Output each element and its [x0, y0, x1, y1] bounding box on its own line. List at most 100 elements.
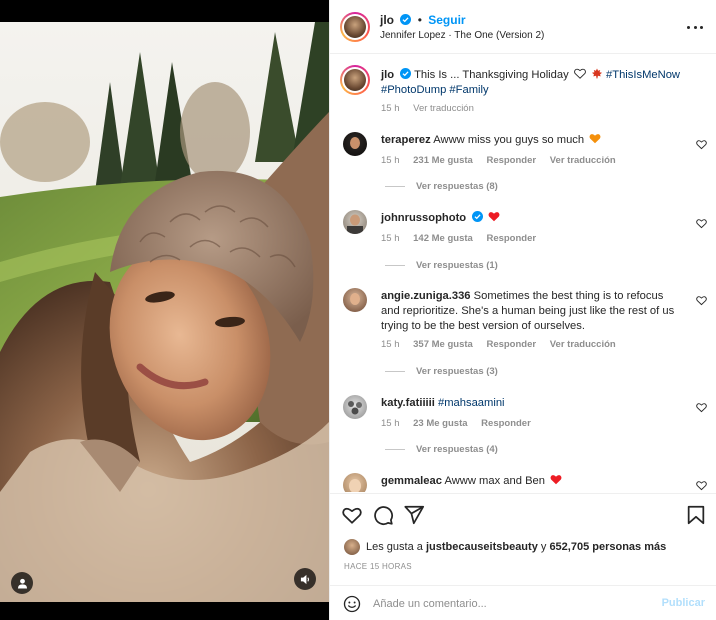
- comment-likes[interactable]: 23 Me gusta: [413, 418, 467, 429]
- verified-icon: [400, 68, 412, 79]
- view-replies-label: Ver respuestas (4): [416, 444, 498, 455]
- caption-meta: 15 h Ver traducción: [381, 103, 485, 114]
- red-heart-emoji-icon: [550, 475, 562, 485]
- post-photo[interactable]: [0, 22, 329, 602]
- comment-likes[interactable]: 231 Me gusta: [413, 155, 473, 166]
- comment-text: teraperez Awww miss you guys so much: [381, 133, 681, 148]
- hashtag-link[interactable]: #PhotoDump: [381, 84, 446, 96]
- comment-text: johnrussophoto: [381, 211, 681, 226]
- user-tag-button[interactable]: [11, 572, 33, 594]
- comment-username[interactable]: angie.zuniga.336: [381, 290, 471, 302]
- emoji-icon[interactable]: [343, 595, 361, 613]
- like-comment-heart-icon[interactable]: [696, 480, 707, 491]
- post-header: jlo • Seguir Jennifer Lopez · The One (V…: [330, 0, 716, 54]
- hashtag-link[interactable]: #ThisIsMeNow: [606, 69, 680, 81]
- caption-text: jlo This Is ... Thanksgiving Holiday #Th…: [381, 68, 681, 98]
- commenter-avatar[interactable]: [343, 395, 367, 419]
- like-comment-heart-icon[interactable]: [696, 295, 707, 306]
- verified-icon: [400, 14, 412, 25]
- liker-avatar: [344, 539, 360, 555]
- reply-button[interactable]: Responder: [486, 339, 536, 350]
- follow-button[interactable]: Seguir: [428, 13, 465, 27]
- like-comment-heart-icon[interactable]: [696, 218, 707, 229]
- white-heart-emoji-icon: [573, 68, 586, 79]
- replies-line: [385, 371, 405, 372]
- comment-time: 15 h: [381, 155, 400, 166]
- author-username[interactable]: jlo: [380, 13, 394, 27]
- comment-time: 15 h: [381, 339, 400, 350]
- share-icon[interactable]: [403, 504, 425, 526]
- avatar-image: [350, 293, 360, 305]
- post-modal: jlo • Seguir Jennifer Lopez · The One (V…: [0, 0, 716, 620]
- view-replies-button[interactable]: Ver respuestas (3): [385, 366, 498, 377]
- view-replies-button[interactable]: Ver respuestas (1): [385, 260, 498, 271]
- avatar-image: [350, 137, 360, 149]
- comment-username[interactable]: teraperez: [381, 134, 431, 146]
- comment-username[interactable]: katy.fatiiiii: [381, 397, 435, 409]
- audio-track-link[interactable]: Jennifer Lopez · The One (Version 2): [380, 30, 544, 41]
- post-media[interactable]: [0, 0, 329, 620]
- hashtag-link[interactable]: #Family: [449, 84, 488, 96]
- comment-meta: 15 h 142 Me gusta Responder: [381, 233, 547, 244]
- avatar-image: [348, 401, 362, 415]
- post-actions: Les gusta a justbecauseitsbeauty y 652,7…: [330, 493, 716, 585]
- reply-button[interactable]: Responder: [486, 155, 536, 166]
- likes-prefix: Les gusta a: [366, 541, 423, 553]
- post-comment-button[interactable]: Publicar: [662, 597, 705, 609]
- comment-input[interactable]: [373, 595, 643, 613]
- comment-meta: 15 h 357 Me gusta Responder Ver traducci…: [381, 339, 627, 350]
- author-avatar[interactable]: [340, 12, 370, 42]
- commenter-avatar[interactable]: [343, 473, 367, 492]
- comment-icon[interactable]: [372, 504, 394, 526]
- reply-button[interactable]: Responder: [486, 233, 536, 244]
- comment-time: 15 h: [381, 418, 400, 429]
- comment-text: angie.zuniga.336 Sometimes the best thin…: [381, 289, 681, 334]
- red-heart-emoji-icon: [488, 212, 500, 222]
- commenter-avatar[interactable]: [343, 210, 367, 234]
- post-photo-image: [0, 22, 329, 602]
- likes-middle: y: [540, 541, 547, 553]
- comment-username[interactable]: gemmaleac: [381, 475, 442, 487]
- replies-line: [385, 265, 405, 266]
- view-replies-label: Ver respuestas (1): [416, 260, 498, 271]
- caption-username[interactable]: jlo: [381, 69, 394, 81]
- comment-body: Awww max and Ben: [444, 475, 545, 487]
- comment-meta: 15 h 231 Me gusta Responder Ver traducci…: [381, 155, 627, 166]
- liker-username[interactable]: justbecauseitsbeauty: [426, 541, 538, 553]
- caption-time: 15 h: [381, 103, 400, 114]
- comment-text: gemmaleac Awww max and Ben: [381, 474, 681, 489]
- comment-likes[interactable]: 357 Me gusta: [413, 339, 473, 350]
- sound-icon: [300, 574, 309, 584]
- commenter-avatar[interactable]: [343, 288, 367, 312]
- like-comment-heart-icon[interactable]: [696, 139, 707, 150]
- user-tag-icon: [17, 578, 27, 589]
- comments-list[interactable]: jlo This Is ... Thanksgiving Holiday #Th…: [330, 55, 716, 492]
- caption-body: This Is ... Thanksgiving Holiday: [414, 69, 569, 81]
- likes-summary[interactable]: Les gusta a justbecauseitsbeauty y 652,7…: [344, 539, 666, 555]
- view-replies-button[interactable]: Ver respuestas (8): [385, 181, 498, 192]
- like-comment-heart-icon[interactable]: [696, 402, 707, 413]
- heart-icon[interactable]: [341, 504, 363, 526]
- likes-count[interactable]: 652,705 personas más: [549, 541, 666, 553]
- translate-link[interactable]: Ver traducción: [413, 103, 474, 114]
- avatar-image: [349, 479, 361, 492]
- comment-likes[interactable]: 142 Me gusta: [413, 233, 473, 244]
- comment-hashtag-link[interactable]: #mahsaamini: [438, 397, 505, 409]
- avatar-image: [347, 214, 363, 234]
- sound-button[interactable]: [294, 568, 316, 590]
- comment-body: Awww miss you guys so much: [433, 134, 585, 146]
- bookmark-icon[interactable]: [685, 504, 707, 526]
- view-replies-button[interactable]: Ver respuestas (4): [385, 444, 498, 455]
- comment-meta: 15 h 23 Me gusta Responder: [381, 418, 542, 429]
- caption-avatar[interactable]: [340, 65, 370, 95]
- commenter-avatar[interactable]: [343, 132, 367, 156]
- more-options-icon[interactable]: [687, 20, 703, 34]
- view-replies-label: Ver respuestas (3): [416, 366, 498, 377]
- verified-icon: [472, 211, 484, 222]
- maple-leaf-emoji-icon: [591, 68, 602, 79]
- translate-link[interactable]: Ver traducción: [550, 155, 616, 166]
- post-details-panel: jlo • Seguir Jennifer Lopez · The One (V…: [329, 0, 716, 620]
- reply-button[interactable]: Responder: [481, 418, 531, 429]
- translate-link[interactable]: Ver traducción: [550, 339, 616, 350]
- comment-username[interactable]: johnrussophoto: [381, 212, 466, 224]
